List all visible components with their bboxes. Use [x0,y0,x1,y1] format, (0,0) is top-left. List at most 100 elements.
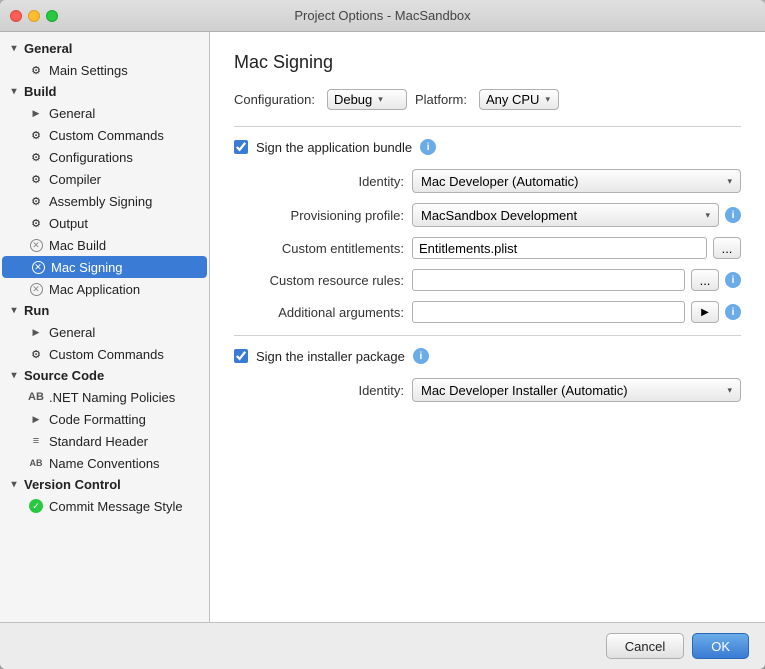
configuration-value: Debug [334,92,372,107]
window-title: Project Options - MacSandbox [294,8,470,23]
sidebar-section-general-label: General [24,41,72,56]
installer-identity-row: Identity: Mac Developer Installer (Autom… [234,378,741,402]
sidebar-item-custom-commands[interactable]: Custom Commands [0,124,209,146]
sidebar-item-net-naming-label: .NET Naming Policies [49,390,175,405]
identity-dropdown[interactable]: Mac Developer (Automatic) ▾ [412,169,741,193]
footer: Cancel OK [0,622,765,669]
maximize-button[interactable] [46,10,58,22]
platform-dropdown[interactable]: Any CPU ▾ [479,89,559,110]
entitlements-label: Custom entitlements: [234,241,404,256]
close-button[interactable] [10,10,22,22]
entitlements-input[interactable] [412,237,707,259]
sidebar-section-run-label: Run [24,303,49,318]
sidebar-item-output-label: Output [49,216,88,231]
additional-args-expand-button[interactable]: ▶ [691,301,719,323]
provisioning-info-icon[interactable]: i [725,207,741,223]
cancel-button[interactable]: Cancel [606,633,684,659]
dropdown-arrow-icon: ▾ [705,210,710,221]
sign-bundle-info-icon[interactable]: i [420,139,436,155]
additional-args-control: ▶ i [412,301,741,323]
arrow-icon: ▾ [8,479,20,491]
additional-args-info-icon[interactable]: i [725,304,741,320]
panel-title: Mac Signing [234,52,741,73]
arrow-icon: ▾ [8,43,20,55]
sidebar-item-standard-header[interactable]: ≡ Standard Header [0,430,209,452]
additional-args-input[interactable] [412,301,685,323]
sidebar-section-source-code-label: Source Code [24,368,104,383]
sidebar-item-assembly-signing[interactable]: Assembly Signing [0,190,209,212]
platform-label: Platform: [415,92,467,107]
sidebar-section-build-label: Build [24,84,57,99]
sidebar-item-build-general[interactable]: ▶ General [0,102,209,124]
ab-icon: AB [28,389,44,405]
sidebar-item-commit-message-label: Commit Message Style [49,499,183,514]
additional-args-row: Additional arguments: ▶ i [234,301,741,323]
resource-rules-label: Custom resource rules: [234,273,404,288]
entitlements-row: Custom entitlements: ... [234,237,741,259]
dropdown-arrow-icon: ▾ [378,94,383,105]
arrow-icon: ▾ [8,86,20,98]
sidebar-item-mac-signing[interactable]: ✕ Mac Signing [2,256,207,278]
dropdown-arrow-icon: ▾ [545,94,550,105]
titlebar: Project Options - MacSandbox [0,0,765,32]
provisioning-dropdown[interactable]: MacSandbox Development ▾ [412,203,719,227]
sign-installer-info-icon[interactable]: i [413,348,429,364]
sidebar-item-compiler-label: Compiler [49,172,101,187]
installer-identity-dropdown[interactable]: Mac Developer Installer (Automatic) ▾ [412,378,741,402]
sidebar-item-compiler[interactable]: Compiler [0,168,209,190]
resource-rules-input[interactable] [412,269,685,291]
sidebar-item-name-conventions[interactable]: AB Name Conventions [0,452,209,474]
content-area: ▾ General Main Settings ▾ Build ▶ Genera… [0,32,765,622]
entitlements-control: ... [412,237,741,259]
sidebar-item-run-general[interactable]: ▶ General [0,321,209,343]
sidebar-item-custom-commands-label: Custom Commands [49,128,164,143]
ab2-icon: AB [28,455,44,471]
sidebar-item-code-formatting[interactable]: ▶ Code Formatting [0,408,209,430]
minimize-button[interactable] [28,10,40,22]
sign-bundle-checkbox[interactable] [234,140,248,154]
resource-rules-browse-button[interactable]: ... [691,269,719,291]
sidebar-section-run[interactable]: ▾ Run [0,300,209,321]
sidebar-item-main-settings[interactable]: Main Settings [0,59,209,81]
provisioning-label: Provisioning profile: [234,208,404,223]
entitlements-browse-button[interactable]: ... [713,237,741,259]
dropdown-arrow-icon: ▾ [727,385,732,396]
gear-icon [28,215,44,231]
sidebar-item-output[interactable]: Output [0,212,209,234]
dropdown-arrow-icon: ▾ [727,176,732,187]
sidebar-item-code-formatting-label: Code Formatting [49,412,146,427]
main-panel: Mac Signing Configuration: Debug ▾ Platf… [210,32,765,622]
configuration-dropdown[interactable]: Debug ▾ [327,89,407,110]
configuration-label: Configuration: [234,92,315,107]
identity-row: Identity: Mac Developer (Automatic) ▾ [234,169,741,193]
divider2 [234,335,741,336]
sign-installer-checkbox[interactable] [234,349,248,363]
sidebar-item-net-naming[interactable]: AB .NET Naming Policies [0,386,209,408]
sidebar-item-mac-application[interactable]: ✕ Mac Application [0,278,209,300]
arrow-icon: ▾ [8,305,20,317]
gear-icon [28,62,44,78]
ok-button[interactable]: OK [692,633,749,659]
sidebar-item-mac-build-label: Mac Build [49,238,106,253]
sidebar-section-version-control[interactable]: ▾ Version Control [0,474,209,495]
sidebar-item-run-custom-commands[interactable]: Custom Commands [0,343,209,365]
resource-rules-row: Custom resource rules: ... i [234,269,741,291]
play-icon: ▶ [28,105,44,121]
sidebar-item-configurations[interactable]: Configurations [0,146,209,168]
provisioning-control: MacSandbox Development ▾ i [412,203,741,227]
identity-control: Mac Developer (Automatic) ▾ [412,169,741,193]
sidebar-section-build[interactable]: ▾ Build [0,81,209,102]
sidebar-item-commit-message[interactable]: ✓ Commit Message Style [0,495,209,517]
traffic-lights [10,10,58,22]
gear-icon [28,127,44,143]
sidebar-item-main-settings-label: Main Settings [49,63,128,78]
resource-rules-info-icon[interactable]: i [725,272,741,288]
sidebar: ▾ General Main Settings ▾ Build ▶ Genera… [0,32,210,622]
sidebar-item-mac-build[interactable]: ✕ Mac Build [0,234,209,256]
sidebar-section-general[interactable]: ▾ General [0,38,209,59]
sidebar-item-mac-signing-label: Mac Signing [51,260,123,275]
additional-args-label: Additional arguments: [234,305,404,320]
gear-icon [28,193,44,209]
sidebar-item-configurations-label: Configurations [49,150,133,165]
sidebar-section-source-code[interactable]: ▾ Source Code [0,365,209,386]
